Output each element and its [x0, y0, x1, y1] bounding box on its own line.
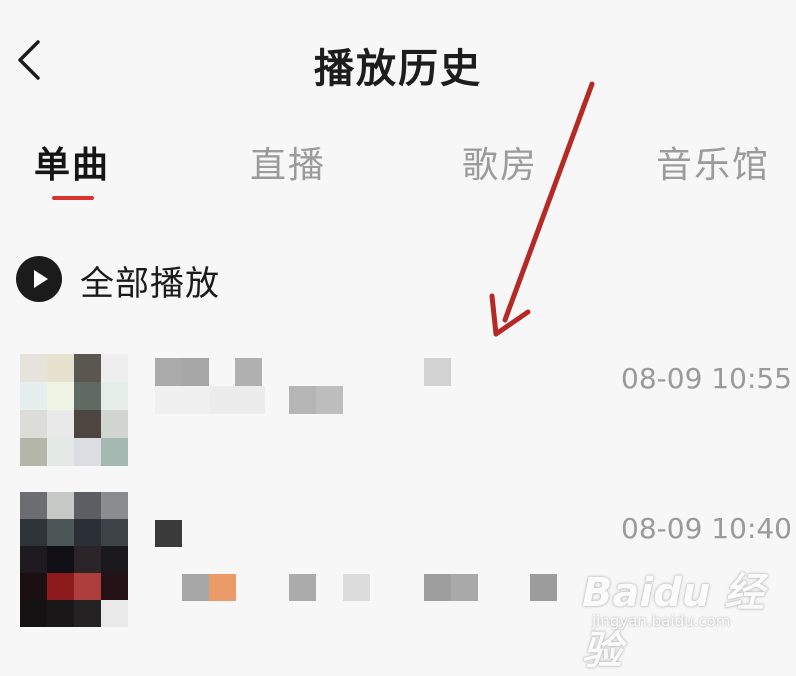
page-title: 播放历史	[314, 46, 482, 92]
play-circle-icon	[16, 256, 62, 302]
song-row[interactable]: 08-09 10:55	[0, 354, 796, 490]
header: 播放历史	[0, 0, 796, 120]
tab-songs[interactable]: 单曲	[34, 136, 110, 188]
play-timestamp: 08-09 10:40	[621, 512, 792, 545]
active-tab-indicator	[52, 196, 94, 200]
play-timestamp: 08-09 10:55	[621, 362, 792, 395]
song-row[interactable]: 08-09 10:40	[0, 492, 796, 628]
tab-music-hall[interactable]: 音乐馆	[656, 136, 770, 188]
tab-bar: 单曲 直播 歌房 音乐馆	[0, 130, 796, 210]
tab-live[interactable]: 直播	[250, 136, 326, 188]
play-all-label: 全部播放	[80, 264, 220, 304]
tab-ktv-room[interactable]: 歌房	[462, 136, 538, 188]
song-cover	[20, 354, 128, 466]
song-cover	[20, 492, 128, 627]
